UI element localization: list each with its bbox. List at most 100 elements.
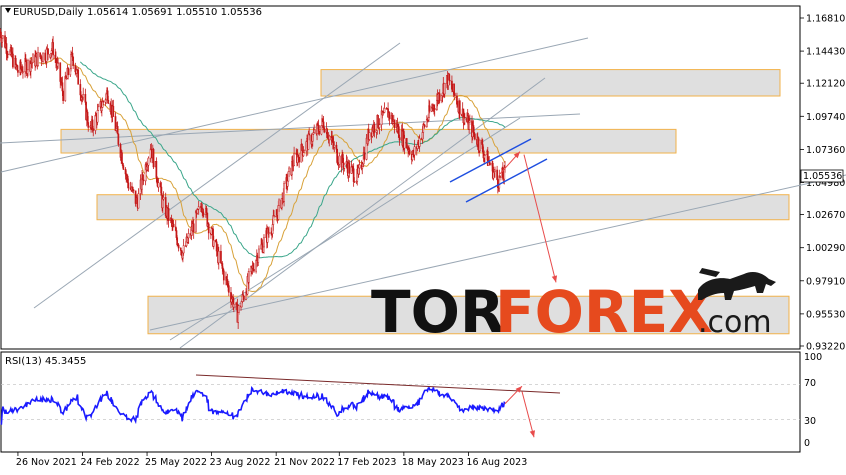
candle-body [105,93,108,101]
candle-body [273,215,275,217]
price-tick-label: 1.12120 [806,79,845,90]
time-tick-label: 26 Nov 2021 [16,457,77,468]
candle-body [408,149,411,155]
price-tick-label: 0.93220 [806,342,845,353]
price-tick-label: 1.14430 [806,47,845,58]
candle-body [72,56,75,66]
candle-body [127,182,130,189]
candle-body [293,153,295,166]
ohlc-readout: 1.05614 1.05691 1.05510 1.05536 [87,7,262,18]
candle-body [227,285,230,293]
candle-body [94,115,97,131]
candle-body [107,99,110,104]
candle-body [283,183,285,202]
watermark-forex: FOREX [495,278,713,346]
candle-body [479,139,481,152]
time-tick-label: 18 May 2023 [402,457,464,468]
candle-body [323,127,326,133]
price-tick-label: 1.07360 [806,145,845,156]
time-axis[interactable]: 26 Nov 2021 24 Feb 2022 25 May 2022 23 Aug … [16,452,527,468]
candle-body [202,213,205,215]
candle-body [132,189,135,192]
candle-body [328,135,331,141]
candle-body [494,169,496,172]
watermark-tor: TOR [371,278,505,346]
candle-body [458,100,461,115]
candle-body [286,180,289,187]
candle-body [348,163,351,174]
candle-body [197,206,200,210]
candle-body [116,126,119,135]
candle-body [217,250,220,263]
candle-body [207,223,210,234]
candle-body [393,119,396,128]
candle-body [32,54,34,63]
candle-body [152,148,155,168]
candle-body [448,79,451,82]
candle-body [22,71,24,73]
candle-body [67,67,69,76]
candle-body [308,133,311,136]
candle-body [474,133,476,140]
candle-body [122,165,125,170]
candle-body [463,116,466,119]
candle-body [258,248,260,258]
candle-body [121,152,123,164]
rsi-level-30: 30 [804,416,816,427]
time-tick-label: 23 Aug 2022 [210,457,271,468]
candle-body [453,93,456,97]
candle-body [469,120,471,123]
candle-body [112,105,115,117]
candle-body [499,175,501,178]
candle-body [17,69,19,73]
candle-body [187,233,190,239]
price-tick-label: 1.16810 [806,14,845,25]
candle-body [74,65,77,73]
candle-body [82,94,85,99]
candle-body [96,110,99,123]
time-tick-label: 21 Nov 2022 [274,457,335,468]
candle-body [438,93,441,102]
watermark-domain: .com [698,305,772,340]
candle-body [418,138,421,147]
candle-body [62,90,64,101]
candle-body [484,154,486,156]
candle-body [368,132,371,140]
candle-body [57,62,59,64]
rsi-level-0: 0 [804,438,810,449]
candle-body [97,106,100,111]
candle-body [87,122,90,128]
time-tick-label: 25 May 2022 [145,457,207,468]
candle-body [77,69,80,85]
candle-body [318,130,321,135]
candle-body [12,53,14,68]
torforex-watermark: TOR FOREX .com [371,268,776,346]
chart-window[interactable]: EURUSD,Daily 1.05614 1.05691 1.05510 1.0… [0,0,846,471]
price-axis[interactable]: 1.168101.144301.121201.097401.073601.049… [800,14,845,353]
candle-body [398,137,401,141]
candle-body [142,179,145,182]
candle-body [155,161,158,178]
candle-body [263,237,265,248]
candle-body [101,107,103,111]
candle-body [192,223,195,233]
rsi-axis[interactable]: 100 70 30 0 [804,352,822,449]
candle-body [35,56,37,67]
rsi-level-100: 100 [804,352,822,363]
current-price-label: 1.05536 [803,171,842,182]
rsi-level-70: 70 [804,378,816,389]
candle-body [377,115,379,128]
candle-body [102,101,105,103]
candle-body [2,35,4,39]
price-tick-label: 1.00290 [806,243,845,254]
candle-body [333,144,336,148]
candle-body [167,208,170,221]
candle-body [137,193,140,209]
candle-body [313,129,316,133]
candle-body [288,167,290,172]
candle-body [238,305,240,313]
rsi-label: RSI(13) 45.3455 [5,356,86,367]
candle-body [47,48,49,55]
candle-body [363,152,366,160]
candle-body [303,150,305,153]
